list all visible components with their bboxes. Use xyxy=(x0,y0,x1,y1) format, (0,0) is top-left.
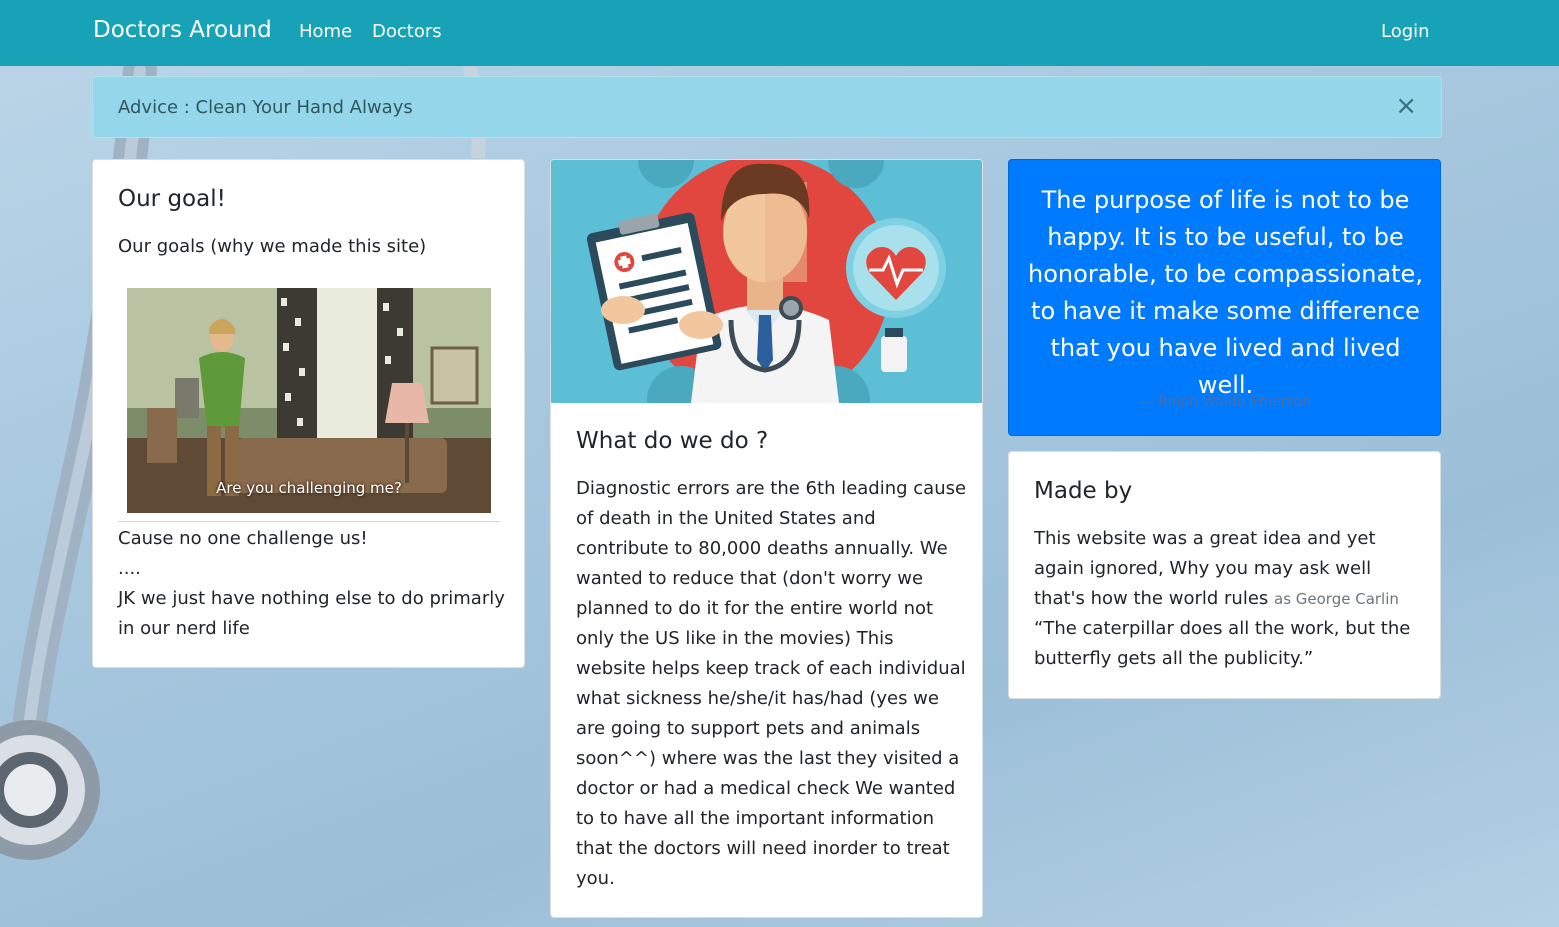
goal-card-subtitle: Our goals (why we made this site) xyxy=(118,236,427,257)
what-card-title: What do we do ? xyxy=(576,428,769,454)
alert-text: Advice : Clean Your Hand Always xyxy=(118,97,413,118)
nav-home-link[interactable]: Home xyxy=(299,21,352,42)
close-icon[interactable]: × xyxy=(1395,93,1417,119)
nav-doctors-link[interactable]: Doctors xyxy=(372,21,442,42)
quote-author: — Ralph Waldo Emerson xyxy=(1139,394,1312,410)
nav-login-link[interactable]: Login xyxy=(1381,21,1430,42)
goal-card-title: Our goal! xyxy=(118,186,226,212)
quote-text: The purpose of life is not to be happy. … xyxy=(1028,186,1423,399)
advice-alert: Advice : Clean Your Hand Always × xyxy=(92,76,1442,138)
made-by-title: Made by xyxy=(1034,478,1133,504)
gif-caption: Are you challenging me? xyxy=(216,479,402,497)
challenge-gif-image: Are you challenging me? xyxy=(127,288,491,513)
doctor-illustration-image xyxy=(551,160,982,403)
goal-line-2: .... xyxy=(118,558,141,579)
divider xyxy=(118,521,500,522)
goal-card: Our goal! Our goals (why we made this si… xyxy=(92,159,525,668)
brand-logo[interactable]: Doctors Around xyxy=(93,17,272,43)
made-by-text-after: “The caterpillar does all the work, but … xyxy=(1034,618,1411,669)
made-by-text: This website was a great idea and yet ag… xyxy=(1034,524,1426,674)
quote-card: The purpose of life is not to be happy. … xyxy=(1008,159,1441,436)
made-by-card: Made by This website was a great idea an… xyxy=(1008,451,1441,699)
made-by-attribution: as George Carlin xyxy=(1274,590,1399,608)
what-we-do-card: What do we do ? Diagnostic errors are th… xyxy=(550,159,983,918)
goal-line-1: Cause no one challenge us! xyxy=(118,528,368,549)
what-card-text: Diagnostic errors are the 6th leading ca… xyxy=(576,478,967,889)
goal-line-3: JK we just have nothing else to do prima… xyxy=(118,588,505,639)
top-navbar: Doctors Around Home Doctors Login xyxy=(0,0,1559,66)
doctor-illustration-icon xyxy=(551,160,982,403)
